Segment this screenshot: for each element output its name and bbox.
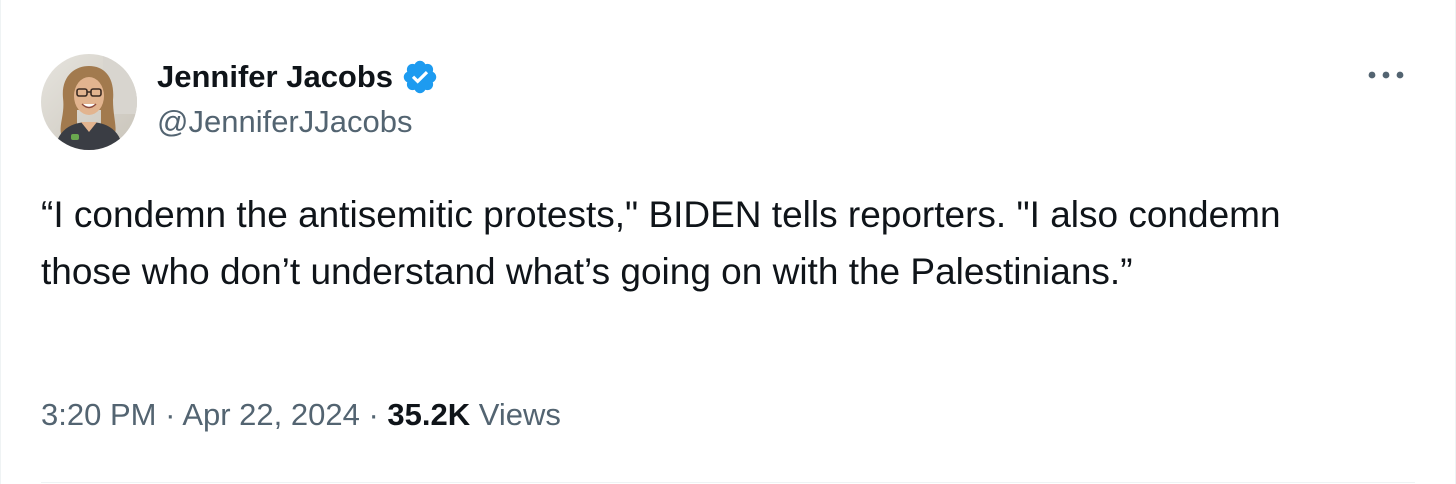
tweet-time[interactable]: 3:20 PM xyxy=(41,397,156,432)
tweet-metadata: 3:20 PM · Apr 22, 2024 · 35.2K Views xyxy=(41,397,561,433)
divider xyxy=(41,482,1415,483)
author-info: Jennifer Jacobs @JenniferJJacobs xyxy=(157,56,439,140)
more-options-icon[interactable] xyxy=(1363,60,1409,90)
avatar-photo-icon xyxy=(41,54,137,150)
tweet-card: Jennifer Jacobs @JenniferJJacobs “I cond… xyxy=(0,0,1456,484)
author-avatar[interactable] xyxy=(41,54,137,150)
views-count[interactable]: 35.2K xyxy=(387,397,470,432)
tweet-date[interactable]: Apr 22, 2024 xyxy=(182,397,360,432)
tweet-text: “I condemn the antisemitic protests," BI… xyxy=(41,194,1291,292)
meta-separator: · xyxy=(165,397,176,432)
author-display-name[interactable]: Jennifer Jacobs xyxy=(157,59,393,95)
views-label: Views xyxy=(478,397,561,432)
author-name-row: Jennifer Jacobs xyxy=(157,56,439,98)
meta-separator: · xyxy=(368,397,379,432)
verified-badge-icon[interactable] xyxy=(401,58,439,96)
author-handle[interactable]: @JenniferJJacobs xyxy=(157,104,439,140)
